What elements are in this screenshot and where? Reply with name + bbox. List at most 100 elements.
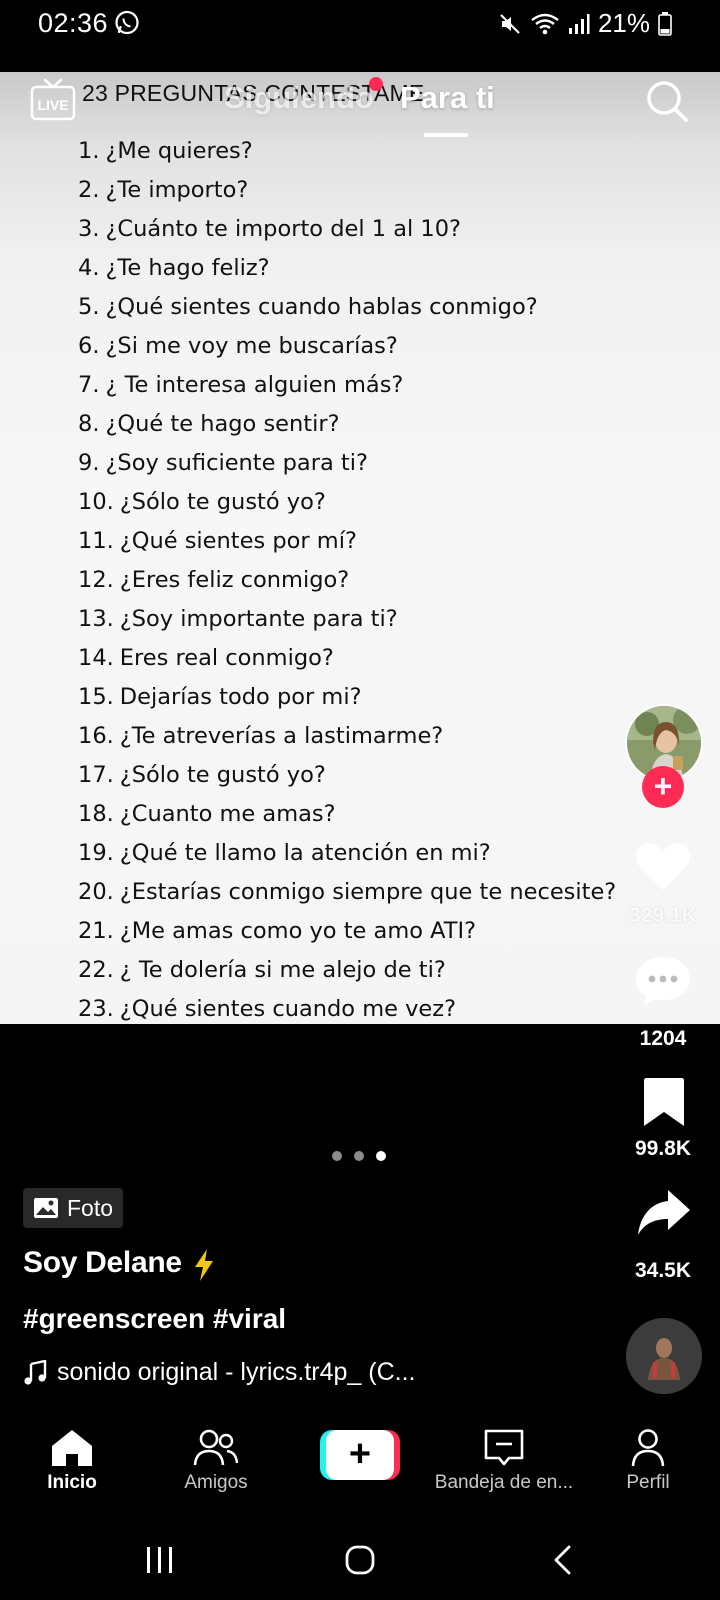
question-number: 13. [78, 606, 114, 632]
question-text: ¿Estarías conmigo siempre que te necesit… [119, 879, 617, 905]
question-text: ¿Sólo te gustó yo? [119, 762, 326, 788]
question-text: ¿Te hago feliz? [105, 255, 270, 281]
home-icon [52, 1430, 92, 1466]
question-text: ¿Soy importante para ti? [119, 606, 398, 632]
question-item: 6. ¿Si me voy me buscarías? [78, 327, 616, 366]
question-number: 9. [78, 450, 100, 476]
question-text: ¿Qué sientes por mí? [119, 528, 357, 554]
question-item: 4. ¿Te hago feliz? [78, 249, 616, 288]
question-text: ¿Te atreverías a lastimarme? [119, 723, 444, 749]
back-icon[interactable] [550, 1544, 574, 1576]
recent-apps-icon[interactable] [145, 1544, 175, 1576]
question-item: 9. ¿Soy suficiente para ti? [78, 444, 616, 483]
author-name[interactable]: Soy Delane [23, 1246, 182, 1280]
tab-inbox[interactable]: Bandeja de en... [434, 1428, 574, 1494]
question-item: 19. ¿Qué te llamo la atención en mi? [78, 834, 616, 873]
carousel-indicator [332, 1151, 386, 1161]
system-navigation-bar [0, 1522, 720, 1600]
post-photo[interactable]: 23 PREGUNTAS CONTESTAME 1. ¿Me quieres? 2.… [0, 72, 720, 1024]
question-number: 5. [78, 294, 100, 320]
profile-icon [631, 1429, 665, 1467]
question-item: 15. Dejarías todo por mi? [78, 678, 616, 717]
question-item: 12. ¿Eres feliz conmigo? [78, 561, 616, 600]
sound-disc[interactable] [626, 1318, 702, 1394]
question-item: 22. ¿ Te dolería si me alejo de ti? [78, 951, 616, 990]
question-text: Dejarías todo por mi? [119, 684, 362, 710]
question-number: 10. [78, 489, 114, 515]
share-count: 34.5K [634, 1259, 692, 1282]
question-number: 18. [78, 801, 114, 827]
image-icon [34, 1198, 58, 1218]
question-item: 2. ¿Te importo? [78, 171, 616, 210]
question-number: 20. [78, 879, 114, 905]
hashtags[interactable]: #greenscreen #viral [23, 1303, 286, 1335]
question-number: 15. [78, 684, 114, 710]
question-item: 17. ¿Sólo te gustó yo? [78, 756, 616, 795]
question-number: 14. [78, 645, 114, 671]
photo-badge: Foto [23, 1188, 124, 1228]
live-tv-icon[interactable]: LIVE [30, 78, 76, 122]
notification-dot [369, 77, 383, 91]
question-number: 8. [78, 411, 100, 437]
question-number: 11. [78, 528, 114, 554]
question-number: 7. [78, 372, 100, 398]
question-number: 1. [78, 138, 100, 164]
question-item: 14. Eres real conmigo? [78, 639, 616, 678]
question-item: 5. ¿Qué sientes cuando hablas conmigo? [78, 288, 616, 327]
battery-icon [658, 11, 672, 36]
carousel-dot [354, 1151, 364, 1161]
question-text: ¿Te importo? [105, 177, 249, 203]
carousel-dot-active [376, 1151, 386, 1161]
tab-following[interactable]: Siguiendo [224, 80, 374, 116]
create-button[interactable]: + [320, 1430, 400, 1480]
search-icon[interactable] [644, 78, 690, 124]
sound-info[interactable]: sonido original - lyrics.tr4p_ (C... [23, 1358, 415, 1387]
question-item: 11. ¿Qué sientes por mí? [78, 522, 616, 561]
home-nav-icon[interactable] [344, 1544, 376, 1576]
comment-count: 1204 [639, 1027, 687, 1050]
question-item: 20. ¿Estarías conmigo siempre que te nece… [78, 873, 616, 912]
svg-text:LIVE: LIVE [37, 97, 68, 113]
tab-active-indicator [424, 133, 468, 137]
question-text: ¿Qué sientes cuando me vez? [119, 996, 457, 1022]
question-text: ¿ Te dolería si me alejo de ti? [119, 957, 446, 983]
question-item: 7. ¿ Te interesa alguien más? [78, 366, 616, 405]
question-item: 10. ¿Sólo te gustó yo? [78, 483, 616, 522]
question-number: 23. [78, 996, 114, 1022]
question-text: Eres real conmigo? [119, 645, 334, 671]
tab-profile-label: Perfil [626, 1472, 670, 1493]
carousel-dot [332, 1151, 342, 1161]
tab-for-you[interactable]: Para ti [400, 80, 495, 116]
sound-label: sonido original - lyrics.tr4p_ (C... [57, 1358, 416, 1386]
plus-icon: + [326, 1430, 394, 1480]
comment-icon[interactable] [634, 954, 692, 1008]
heart-icon[interactable] [634, 840, 692, 892]
question-item: 8. ¿Qué te hago sentir? [78, 405, 616, 444]
follow-button[interactable]: + [642, 766, 684, 808]
bookmark-icon[interactable] [642, 1076, 686, 1128]
tab-home[interactable]: Inicio [2, 1428, 142, 1494]
question-item: 18. ¿Cuanto me amas? [78, 795, 616, 834]
question-text: ¿Si me voy me buscarías? [105, 333, 398, 359]
question-text: ¿Sólo te gustó yo? [119, 489, 326, 515]
tab-friends[interactable]: Amigos [146, 1428, 286, 1494]
question-number: 6. [78, 333, 100, 359]
lightning-emoji [195, 1249, 213, 1281]
photo-badge-label: Foto [67, 1194, 114, 1221]
bottom-tab-bar: Inicio Amigos + Bandeja de en... Perfil [0, 1412, 720, 1522]
question-text: ¿Soy suficiente para ti? [105, 450, 368, 476]
question-item: 13. ¿Soy importante para ti? [78, 600, 616, 639]
question-item: 3. ¿Cuánto te importo del 1 al 10? [78, 210, 616, 249]
question-text: ¿Eres feliz conmigo? [119, 567, 350, 593]
like-count: 329.1K [629, 904, 697, 927]
question-number: 19. [78, 840, 114, 866]
share-icon[interactable] [636, 1187, 692, 1239]
question-number: 22. [78, 957, 114, 983]
question-list: 1. ¿Me quieres? 2. ¿Te importo? 3. ¿Cuánto te… [78, 132, 616, 1029]
question-text: ¿Qué sientes cuando hablas conmigo? [105, 294, 538, 320]
tab-profile[interactable]: Perfil [578, 1428, 718, 1494]
question-number: 21. [78, 918, 114, 944]
status-time: 02:36 [38, 8, 109, 38]
question-text: ¿Qué te llamo la atención en mi? [119, 840, 491, 866]
question-text: ¿Me quieres? [105, 138, 253, 164]
